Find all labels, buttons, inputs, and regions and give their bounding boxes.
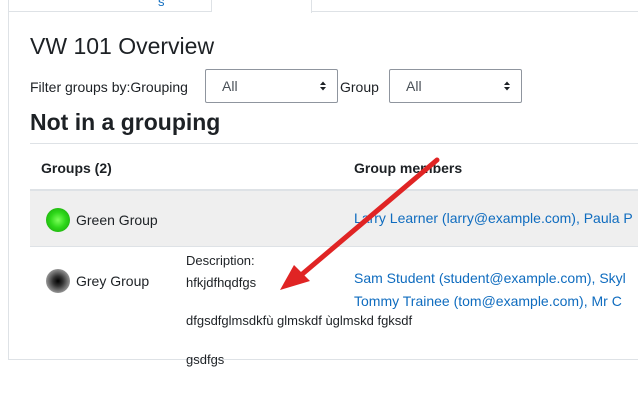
group-members-link[interactable]: Tommy Trainee (tom@example.com), Mr C bbox=[354, 290, 622, 313]
grouping-select[interactable]: All bbox=[205, 69, 338, 103]
table-row: Grey Group Description: hfkjdfhqdfgs dfg… bbox=[30, 247, 638, 367]
green-group-picture bbox=[46, 208, 70, 232]
header-groups[interactable]: Groups (2) bbox=[41, 160, 112, 176]
table-header: Groups (2) Group members bbox=[30, 143, 638, 191]
group-filter-label: Group bbox=[340, 79, 379, 95]
group-select-value: All bbox=[406, 78, 422, 94]
description-label: Description: bbox=[186, 253, 255, 268]
section-title: Not in a grouping bbox=[30, 109, 221, 135]
header-group-members[interactable]: Group members bbox=[354, 160, 462, 176]
tab-overview[interactable] bbox=[212, 0, 312, 13]
group-name: Grey Group bbox=[76, 273, 150, 289]
grouping-select-value: All bbox=[222, 78, 238, 94]
tab-previous-label: s bbox=[158, 0, 165, 9]
select-arrows-icon bbox=[320, 81, 326, 91]
table-row: Green Group Larry Learner (larry@example… bbox=[30, 191, 638, 247]
page-title: VW 101 Overview bbox=[30, 33, 215, 59]
select-arrows-icon bbox=[504, 81, 510, 91]
tab-previous[interactable]: s bbox=[8, 0, 212, 12]
description-line: gsdfgs bbox=[186, 352, 225, 367]
description-line: hfkjdfhqdfgs bbox=[186, 275, 257, 290]
group-name: Green Group bbox=[76, 212, 158, 228]
group-members-link[interactable]: Sam Student (student@example.com), Skyl bbox=[354, 267, 626, 290]
group-select[interactable]: All bbox=[389, 69, 522, 103]
grouping-filter-label: Filter groups by:Grouping bbox=[30, 79, 188, 95]
tab-divider bbox=[312, 11, 638, 12]
description-line: dfgsdfglmsdkfù glmskdf ùglmskd fgksdf bbox=[186, 313, 413, 328]
tab-bar: s bbox=[8, 0, 638, 13]
grey-group-picture bbox=[46, 269, 70, 293]
group-members-link[interactable]: Larry Learner (larry@example.com), Paula… bbox=[354, 207, 633, 230]
